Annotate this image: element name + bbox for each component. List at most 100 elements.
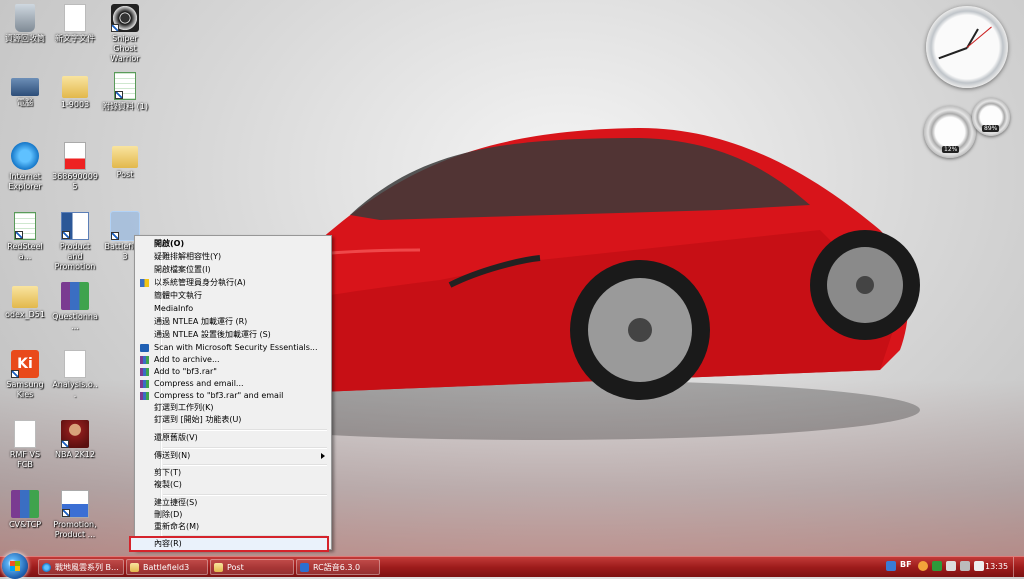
desktop-icon-label: RedSteel a... — [7, 242, 43, 261]
menu-item-properties[interactable]: 內容(R) — [129, 536, 329, 552]
desktop-icon-folder-odex[interactable]: odex_D51 — [2, 282, 48, 320]
submenu-arrow-icon — [321, 453, 325, 459]
menu-item-delete[interactable]: 刪除(D) — [137, 509, 329, 521]
menu-separator — [163, 447, 327, 449]
desktop-icon-label: Sniper Ghost Warrior — [110, 34, 140, 63]
folder-icon — [130, 563, 139, 572]
taskbar-button-battlefield-series[interactable]: 戰地風雲系列 B... — [38, 559, 124, 575]
desktop-icon-questionnaire[interactable]: Questionna... — [52, 282, 98, 332]
desktop-icon-appendix-sheet[interactable]: 附錄資料 (1) — [102, 72, 148, 112]
show-desktop-button[interactable] — [1013, 557, 1024, 577]
start-button[interactable] — [2, 553, 28, 579]
input-method-indicator[interactable]: BF — [900, 560, 912, 569]
desktop-icon-label: 1-9003 — [60, 100, 90, 109]
menu-item-open[interactable]: 開啟(O) — [137, 238, 329, 250]
document-icon — [64, 350, 86, 378]
menu-item-copy[interactable]: 複製(C) — [137, 479, 329, 491]
desktop-icon-analysis[interactable]: Analysis.o... — [52, 350, 98, 400]
menu-item-label: 疑難排解相容性(Y) — [154, 252, 222, 261]
update-tray-icon[interactable] — [918, 561, 928, 571]
uac-shield-icon — [140, 279, 149, 287]
menu-item-run-as-admin[interactable]: 以系統管理員身分執行(A) — [137, 277, 329, 289]
menu-item-label: 簡體中文執行 — [154, 291, 202, 300]
taskbar-button-battlefield3[interactable]: Battlefield3 — [126, 559, 208, 575]
menu-item-send-to[interactable]: 傳送到(N) — [137, 450, 329, 462]
samsung-kies-icon: Ki — [11, 350, 39, 378]
menu-item-label: Add to "bf3.rar" — [154, 367, 217, 376]
nba-game-icon — [61, 420, 89, 448]
menu-separator — [163, 429, 327, 431]
menu-item-label: 通過 NTLEA 設置後加載運行 (S) — [154, 330, 271, 339]
menu-item-pin-to-taskbar[interactable]: 釘選到工作列(K) — [137, 402, 329, 414]
menu-item-troubleshoot-compatibility[interactable]: 疑難排解相容性(Y) — [137, 251, 329, 263]
menu-item-ntlea-settings-run[interactable]: 通過 NTLEA 設置後加載運行 (S) — [137, 329, 329, 341]
taskbar-button-rc-voice[interactable]: RC語音6.3.0 — [296, 559, 380, 575]
menu-item-rename[interactable]: 重新命名(M) — [137, 521, 329, 533]
flag-tray-icon[interactable] — [946, 561, 956, 571]
desktop-icon-folder-1-9003[interactable]: 1-9003 — [52, 72, 98, 110]
taskbar-button-label: Post — [227, 563, 244, 572]
desktop-icon-rmf-vs-fcb[interactable]: RMF VS FCB — [2, 420, 48, 470]
security-tray-icon[interactable] — [932, 561, 942, 571]
sniper-scope-icon — [111, 4, 139, 32]
menu-item-create-shortcut[interactable]: 建立捷徑(S) — [137, 497, 329, 509]
context-menu: 開啟(O) 疑難排解相容性(Y) 開啟檔案位置(I) 以系統管理員身分執行(A)… — [129, 235, 332, 552]
clock-gadget[interactable] — [926, 6, 1008, 88]
menu-item-open-file-location[interactable]: 開啟檔案位置(I) — [137, 264, 329, 276]
desktop-icon-label: Promotion, Product ... — [53, 520, 97, 539]
menu-item-label: Add to archive... — [154, 355, 220, 364]
menu-item-label: 釘選到 [開始] 功能表(U) — [154, 415, 242, 424]
desktop-icon-redsteel[interactable]: RedSteel a... — [2, 212, 48, 262]
menu-item-label: Scan with Microsoft Security Essentials.… — [154, 343, 318, 352]
menu-item-run-simplified-chinese[interactable]: 簡體中文執行 — [137, 290, 329, 302]
desktop-icon-nba-2k12[interactable]: NBA 2K12 — [52, 420, 98, 460]
desktop-icon-pdf-file[interactable]: 3686900095 — [52, 142, 98, 192]
spreadsheet-icon — [114, 72, 136, 100]
desktop-icon-promotion-product[interactable]: Promotion, Product ... — [52, 490, 98, 540]
winrar-icon — [140, 368, 149, 376]
desktop-icon-internet-explorer[interactable]: Internet Explorer — [2, 142, 48, 192]
cpu-meter-gadget[interactable]: 12% 89% — [924, 98, 1010, 160]
menu-item-restore-previous-versions[interactable]: 還原舊版(V) — [137, 432, 329, 444]
menu-item-ntlea-run[interactable]: 通過 NTLEA 加載運行 (R) — [137, 316, 329, 328]
menu-item-pin-to-start-menu[interactable]: 釘選到 [開始] 功能表(U) — [137, 414, 329, 426]
menu-item-add-to-bf3-rar[interactable]: Add to "bf3.rar" — [137, 366, 329, 378]
taskbar: 戰地風雲系列 B... Battlefield3 Post RC語音6.3.0 … — [0, 553, 1024, 579]
folder-icon — [12, 286, 38, 308]
memory-usage-readout: 89% — [982, 125, 1000, 132]
internet-explorer-icon — [11, 142, 39, 170]
winrar-icon — [140, 356, 149, 364]
document-icon — [14, 420, 36, 448]
menu-item-compress-and-email[interactable]: Compress and email... — [137, 378, 329, 390]
menu-item-cut[interactable]: 剪下(T) — [137, 467, 329, 479]
taskbar-clock[interactable]: 13:35 — [985, 557, 1008, 577]
desktop-icon-label: CV&TCP — [8, 520, 42, 529]
desktop-icon-text-file[interactable]: 新文字文件 — [52, 4, 98, 44]
desktop-icon-label: 資源回收筒 — [5, 34, 45, 43]
menu-item-mediainfo[interactable]: MediaInfo — [137, 303, 329, 315]
volume-tray-icon[interactable] — [974, 561, 984, 571]
menu-item-label: 重新命名(M) — [154, 522, 200, 531]
menu-item-add-to-archive[interactable]: Add to archive... — [137, 354, 329, 366]
menu-item-label: 釘選到工作列(K) — [154, 403, 214, 412]
menu-item-label: 開啟檔案位置(I) — [154, 265, 211, 274]
desktop-icon-computer[interactable]: 電腦 — [2, 72, 48, 108]
desktop-icon-label: Internet Explorer — [8, 172, 42, 191]
taskbar-button-post[interactable]: Post — [210, 559, 294, 575]
text-document-icon — [64, 4, 86, 32]
menu-item-label: 通過 NTLEA 加載運行 (R) — [154, 317, 248, 326]
winrar-icon — [140, 380, 149, 388]
desktop-icon-sniper-ghost-warrior[interactable]: Sniper Ghost Warrior — [102, 4, 148, 64]
desktop-icon-label: 附錄資料 (1) — [102, 102, 148, 111]
desktop-icon-product-and-promotion[interactable]: Product and Promotion — [52, 212, 98, 272]
power-tray-icon[interactable] — [960, 561, 970, 571]
desktop-icon-folder-post[interactable]: Post — [102, 142, 148, 180]
desktop-icon-label: odex_D51 — [5, 310, 45, 319]
desktop-icon-recycle-bin[interactable]: 資源回收筒 — [2, 4, 48, 44]
desktop-icon-samsung-kies[interactable]: Ki Samsung Kies — [2, 350, 48, 400]
menu-item-compress-bf3-and-email[interactable]: Compress to "bf3.rar" and email — [137, 390, 329, 402]
network-tray-icon[interactable] — [886, 561, 896, 571]
menu-item-label: 刪除(D) — [154, 510, 183, 519]
desktop-icon-cv-tcp[interactable]: CV&TCP — [2, 490, 48, 530]
menu-item-scan-mse[interactable]: Scan with Microsoft Security Essentials.… — [137, 342, 329, 354]
